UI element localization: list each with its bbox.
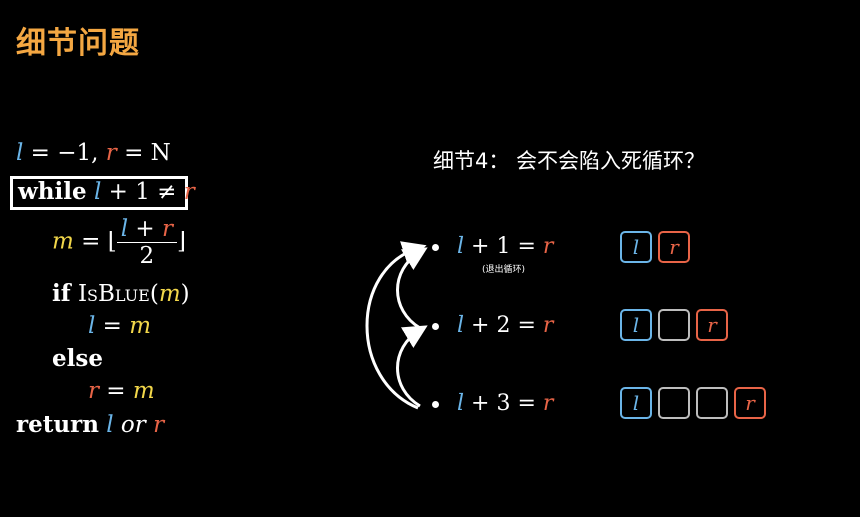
init-eq1: = −1, (23, 140, 99, 166)
assign-r-line: r = m (88, 378, 155, 404)
arrow-3-to-1 (365, 241, 427, 410)
page-title: 细节问题 (16, 26, 140, 61)
case-op: + 3 = (464, 391, 543, 416)
while-line: while l + 1 ≠ r (18, 178, 195, 205)
init-eq2: = N (116, 140, 171, 166)
cell-r: r (696, 309, 728, 341)
cell-empty (658, 387, 690, 419)
var-m: m (129, 313, 152, 339)
case-row-3: l + 3 = r (432, 391, 553, 416)
floor-close: ⌋ (176, 228, 186, 255)
else-line: else (52, 345, 103, 372)
assign-l-line: l = m (88, 313, 151, 339)
mid-line: m = ⌊ l + r 2 ⌋ (52, 216, 186, 269)
cells-row-3: l r (620, 387, 766, 419)
var-r: r (153, 412, 165, 438)
cell-l: l (620, 231, 652, 263)
plus: + (128, 216, 162, 242)
if-keyword: if (52, 280, 71, 307)
eq: = (95, 313, 130, 339)
arrow-3-to-2 (396, 325, 428, 408)
cells-row-2: l r (620, 309, 728, 341)
var-l: l (120, 216, 129, 242)
fraction: l + r 2 (116, 216, 177, 269)
case-row-2: l + 2 = r (432, 313, 553, 338)
section-heading: 细节4： 会不会陷入死循环？ (433, 149, 706, 173)
cell-l: l (620, 309, 652, 341)
paren-close: ) (180, 281, 190, 307)
case-op: + 2 = (464, 313, 543, 338)
init-line: l = −1, r = N (16, 140, 171, 166)
bullet-icon (432, 400, 439, 408)
bullet-icon (432, 322, 439, 330)
if-line: if IsBlue(m) (52, 280, 190, 307)
fraction-denominator: 2 (139, 243, 155, 269)
var-m: m (158, 281, 181, 307)
cell-l: l (620, 387, 652, 419)
exit-loop-note: (退出循环) (482, 265, 526, 275)
return-line: return l or r (16, 411, 164, 438)
var-m: m (52, 228, 74, 255)
while-keyword: while (18, 178, 87, 205)
arrow-2-to-1 (396, 247, 428, 330)
isblue-func: IsBlue (77, 281, 150, 307)
var-r: r (161, 216, 173, 242)
return-keyword: return (16, 411, 99, 438)
bullet-icon (432, 243, 439, 251)
paren-open: ( (149, 281, 159, 307)
var-m: m (132, 378, 155, 404)
else-keyword: else (52, 345, 103, 372)
cells-row-1: l r (620, 231, 690, 263)
var-l: l (106, 412, 114, 438)
cell-r: r (658, 231, 690, 263)
eq: = (99, 378, 133, 404)
case-op: + 1 = (464, 234, 543, 259)
var-l: l (457, 391, 465, 416)
var-r: r (542, 391, 554, 416)
var-r: r (542, 234, 554, 259)
cell-empty (658, 309, 690, 341)
cell-empty (696, 387, 728, 419)
fraction-numerator: l + r (116, 216, 177, 243)
var-l: l (457, 313, 465, 338)
or-word: or (113, 412, 154, 438)
var-r: r (88, 378, 99, 404)
while-condition: + 1 ≠ (101, 179, 184, 205)
var-r: r (183, 179, 195, 205)
case-row-1: l + 1 = r (432, 234, 553, 259)
transition-arrows (365, 241, 428, 410)
var-l: l (457, 234, 465, 259)
var-r: r (542, 313, 554, 338)
var-r: r (105, 140, 117, 166)
cell-r: r (734, 387, 766, 419)
m-eq: = ⌊ (73, 228, 117, 255)
